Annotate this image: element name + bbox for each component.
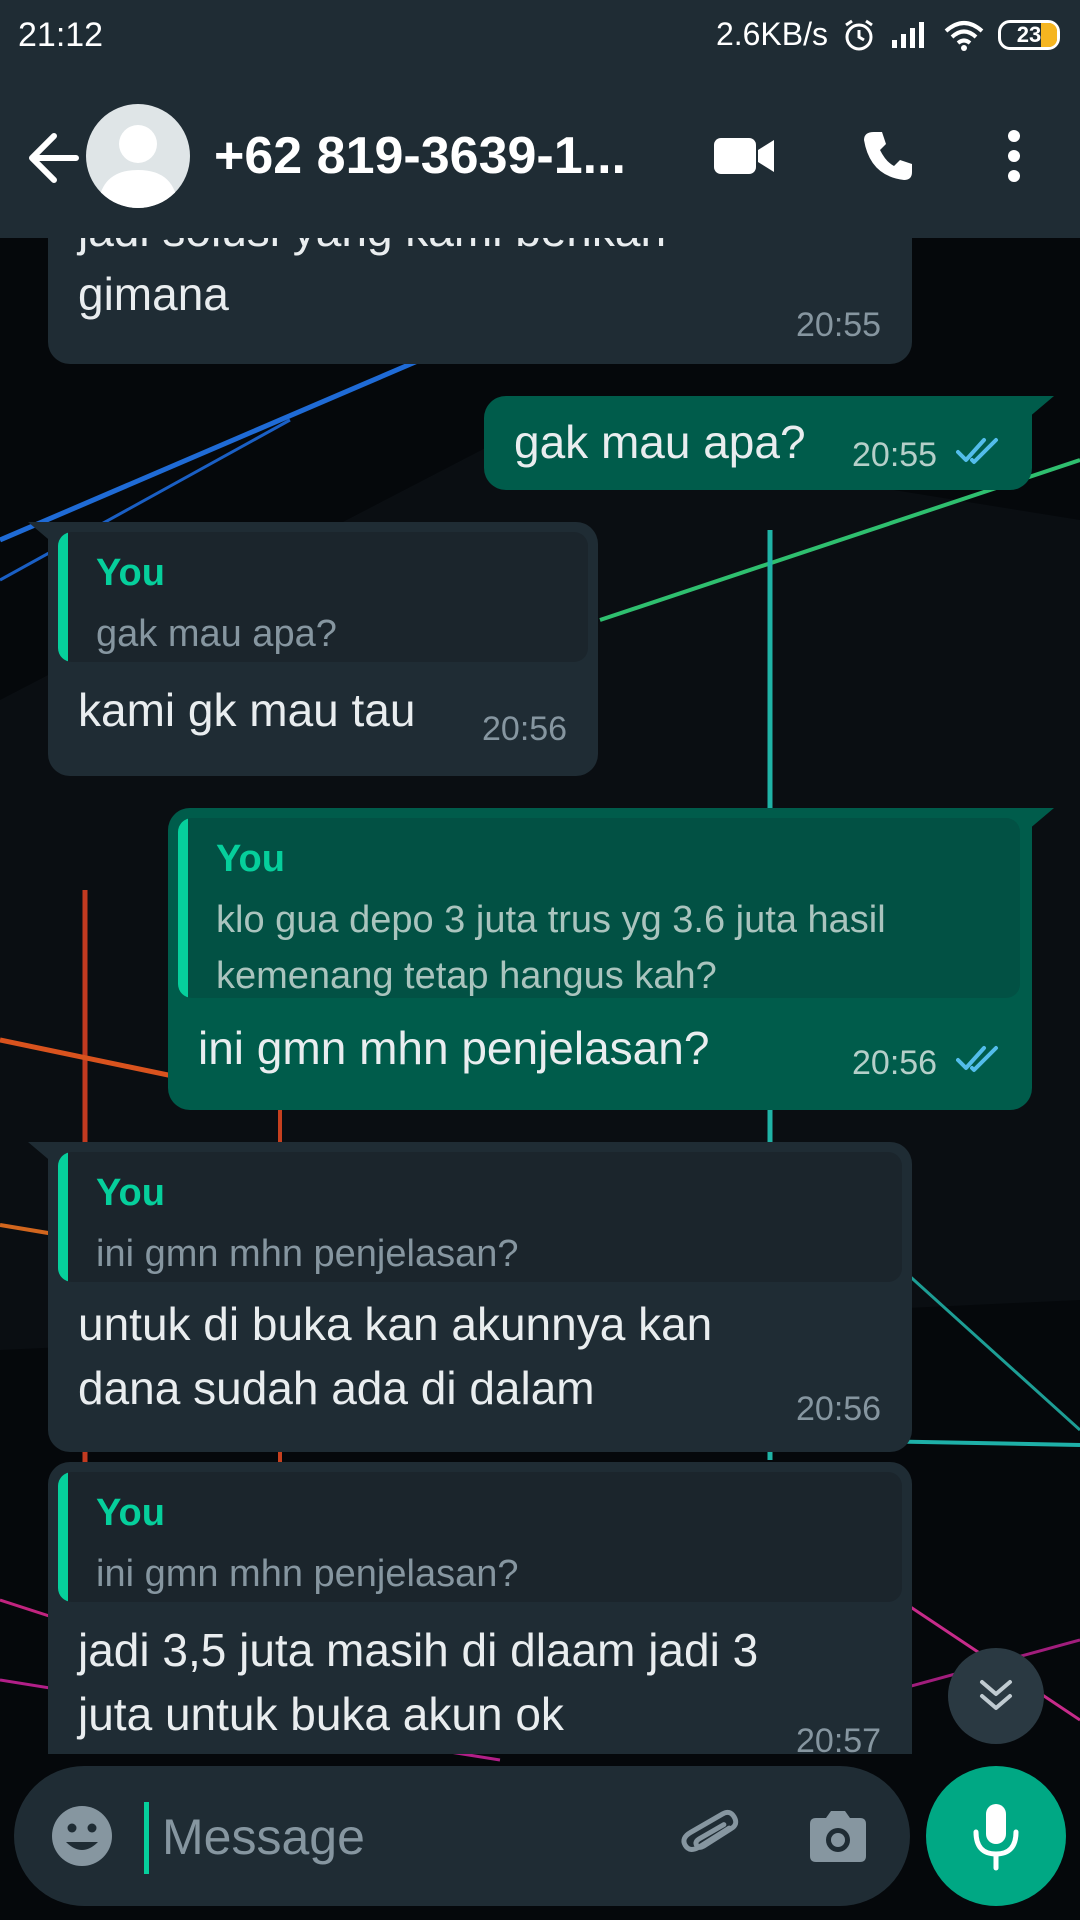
quoted-author: You bbox=[96, 1172, 165, 1214]
message-time: 20:55 bbox=[852, 436, 938, 474]
incoming-message[interactable]: You ini gmn mhn penjelasan? untuk di buk… bbox=[48, 1142, 912, 1452]
message-composer bbox=[14, 1766, 910, 1906]
incoming-message[interactable]: You ini gmn mhn penjelasan? jadi 3,5 jut… bbox=[48, 1462, 912, 1754]
video-call-button[interactable] bbox=[704, 116, 784, 196]
attach-icon[interactable] bbox=[674, 1800, 750, 1876]
quoted-text: ini gmn mhn penjelasan? bbox=[96, 1233, 519, 1275]
chat-header: +62 819-3639-1... bbox=[0, 76, 1080, 238]
quoted-message[interactable]: You klo gua depo 3 juta trus yg 3.6 juta… bbox=[178, 818, 1020, 998]
quoted-text: ini gmn mhn penjelasan? bbox=[96, 1553, 519, 1595]
quoted-text: gak mau apa? bbox=[96, 613, 337, 655]
message-time: 20:55 bbox=[796, 306, 882, 344]
message-text-line: gimana bbox=[78, 268, 229, 320]
message-text-line: untuk di buka kan akunnya kan bbox=[78, 1298, 713, 1350]
battery-indicator: 23 bbox=[998, 19, 1060, 50]
status-indicators: 2.6KB/s 23 bbox=[716, 16, 1060, 53]
message-text: gak mau apa? bbox=[514, 416, 806, 468]
message-list[interactable]: jadi solusi yang kami berikan gimana 20:… bbox=[0, 238, 1080, 1754]
quoted-author: You bbox=[96, 1492, 165, 1534]
message-time: 20:56 bbox=[482, 710, 568, 748]
bubble-tail bbox=[1028, 396, 1054, 418]
quoted-text-line: klo gua depo 3 juta trus yg 3.6 juta has… bbox=[216, 899, 886, 941]
double-chevron-down-icon bbox=[980, 1680, 1012, 1710]
bubble-tail bbox=[1028, 808, 1054, 830]
back-arrow-icon[interactable] bbox=[20, 120, 96, 196]
video-call-icon bbox=[714, 138, 774, 174]
contact-name[interactable]: +62 819-3639-1... bbox=[214, 126, 654, 186]
message-time: 20:57 bbox=[796, 1722, 882, 1754]
avatar[interactable] bbox=[86, 104, 190, 208]
voice-record-button[interactable] bbox=[926, 1766, 1066, 1906]
message-time: 20:56 bbox=[796, 1390, 882, 1428]
microphone-icon bbox=[973, 1804, 1019, 1871]
message-text: ini gmn mhn penjelasan? bbox=[198, 1022, 710, 1074]
quoted-text-line: kemenang tetap hangus kah? bbox=[216, 955, 717, 997]
incoming-message[interactable]: You gak mau apa? kami gk mau tau 20:56 bbox=[48, 522, 598, 776]
quoted-message[interactable]: You ini gmn mhn penjelasan? bbox=[58, 1152, 902, 1282]
alarm-icon bbox=[845, 19, 873, 50]
message-text-line: dana sudah ada di dalam bbox=[78, 1362, 595, 1414]
camera-icon[interactable] bbox=[800, 1800, 876, 1876]
message-text-line: juta untuk buka akun ok bbox=[78, 1688, 564, 1740]
emoji-icon[interactable] bbox=[44, 1798, 120, 1874]
more-options-icon bbox=[1008, 130, 1020, 182]
quoted-author: You bbox=[96, 552, 165, 594]
status-time: 21:12 bbox=[18, 16, 104, 54]
quoted-message[interactable]: You ini gmn mhn penjelasan? bbox=[58, 1472, 902, 1602]
wifi-icon bbox=[944, 20, 984, 51]
voice-call-icon bbox=[864, 132, 912, 180]
outgoing-message[interactable]: You klo gua depo 3 juta trus yg 3.6 juta… bbox=[168, 808, 1032, 1110]
read-receipt-icon bbox=[956, 1046, 998, 1072]
message-input[interactable] bbox=[160, 1796, 644, 1878]
quoted-author: You bbox=[216, 838, 285, 880]
status-bar: 21:12 2.6KB/s 23 bbox=[0, 0, 1080, 76]
incoming-message[interactable]: jadi solusi yang kami berikan gimana 20:… bbox=[48, 238, 912, 364]
message-text-line: jadi 3,5 juta masih di dlaam jadi 3 bbox=[78, 1624, 759, 1676]
network-speed: 2.6KB/s bbox=[715, 16, 828, 52]
message-text: kami gk mau tau bbox=[78, 684, 416, 736]
read-receipt-icon bbox=[956, 438, 998, 464]
message-text-line: jadi solusi yang kami berikan bbox=[78, 238, 666, 262]
battery-level: 23 bbox=[1016, 21, 1042, 47]
default-avatar-icon bbox=[98, 125, 178, 208]
text-cursor bbox=[144, 1802, 149, 1874]
more-options-button[interactable] bbox=[974, 116, 1054, 196]
message-time: 20:56 bbox=[852, 1044, 938, 1082]
voice-call-button[interactable] bbox=[848, 116, 928, 196]
outgoing-message[interactable]: gak mau apa? 20:55 bbox=[484, 396, 1032, 490]
scroll-to-bottom-button[interactable] bbox=[948, 1648, 1044, 1744]
signal-icon bbox=[892, 21, 924, 48]
quoted-message[interactable]: You gak mau apa? bbox=[58, 532, 588, 662]
